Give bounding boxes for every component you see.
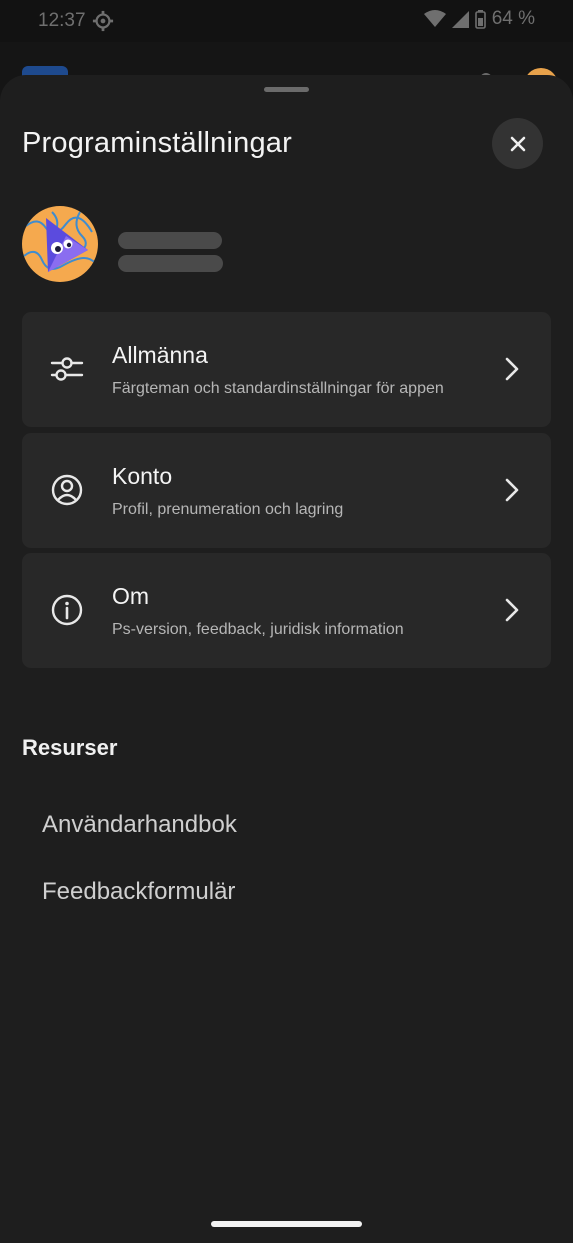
close-button[interactable]	[492, 118, 543, 169]
close-icon	[510, 136, 525, 151]
sliders-icon	[50, 357, 84, 381]
chevron-right-icon	[505, 598, 519, 622]
battery-percentage: 64 %	[491, 8, 535, 29]
menu-item-general[interactable]: Allmänna Färgteman och standardinställni…	[22, 312, 551, 427]
user-guide-link[interactable]: Användarhandbok	[42, 811, 237, 839]
user-circle-icon	[51, 474, 83, 506]
battery-icon	[474, 9, 486, 29]
info-icon	[51, 594, 83, 626]
menu-item-subtitle: Ps-version, feedback, juridisk informati…	[112, 621, 404, 638]
page-title: Programinställningar	[22, 127, 292, 159]
feedback-form-link[interactable]: Feedbackformulär	[42, 878, 235, 906]
menu-item-about[interactable]: Om Ps-version, feedback, juridisk inform…	[22, 553, 551, 668]
status-bar: 12:37 64 %	[0, 0, 573, 42]
redacted-user-name	[118, 232, 222, 249]
redacted-user-email	[118, 255, 223, 272]
status-indicators: 64 %	[423, 8, 535, 30]
signal-icon	[451, 10, 469, 28]
settings-sheet: Programinställningar Allmänna Färgteman …	[0, 75, 573, 1243]
menu-item-title: Allmänna	[112, 342, 208, 368]
chevron-right-icon	[505, 478, 519, 502]
drag-handle[interactable]	[264, 87, 309, 92]
home-indicator[interactable]	[211, 1221, 362, 1227]
resources-heading: Resurser	[22, 735, 118, 760]
status-time: 12:37	[38, 10, 86, 31]
avatar[interactable]	[22, 206, 98, 282]
settings-gear-icon	[92, 10, 114, 32]
menu-item-title: Konto	[112, 463, 173, 489]
menu-item-subtitle: Färgteman och standardinställningar för …	[112, 380, 444, 397]
menu-item-subtitle: Profil, prenumeration och lagring	[112, 501, 344, 518]
wifi-icon	[423, 10, 446, 27]
menu-item-account[interactable]: Konto Profil, prenumeration och lagring	[22, 433, 551, 548]
menu-item-title: Om	[112, 583, 150, 609]
chevron-right-icon	[505, 357, 519, 381]
avatar-illustration-icon	[22, 206, 98, 282]
